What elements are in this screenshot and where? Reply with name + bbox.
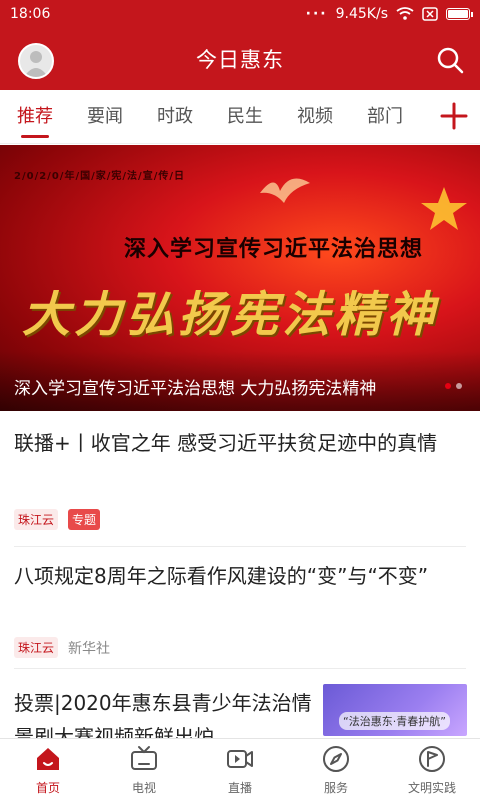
nav-label: 文明实践	[407, 781, 456, 795]
nav-civilization[interactable]: 文明实践	[384, 739, 480, 800]
battery-icon	[446, 8, 473, 20]
tab-politics[interactable]: 时政	[157, 90, 193, 144]
flag-icon	[419, 746, 445, 772]
news-meta: 珠江云 专题	[14, 509, 110, 530]
search-icon[interactable]	[436, 46, 464, 74]
carousel-dot	[445, 383, 451, 389]
news-thumbnail[interactable]: “法治惠东·青春护航”	[323, 684, 467, 736]
carousel-banner[interactable]: 2/0/2/0/年/国/家/宪/法/宣/传/日 深入学习宣传习近平法治思想 大力…	[0, 145, 480, 411]
news-title[interactable]: 联播+丨收官之年 感受习近平扶贫足迹中的真情	[14, 426, 464, 460]
news-title[interactable]: 投票|2020年惠东县青少年法治情景剧大赛视频新鲜出炉	[14, 686, 314, 738]
status-bar: 18:06 ··· 9.45K/s	[0, 0, 480, 28]
carousel-dot	[456, 383, 462, 389]
doves-decoration-icon	[260, 178, 310, 203]
news-title[interactable]: 八项规定8周年之际看作风建设的“变”与“不变”	[14, 559, 464, 593]
compass-icon	[323, 746, 349, 772]
status-time: 18:06	[10, 6, 51, 22]
carousel-indicator	[445, 383, 462, 389]
thumbnail-caption: “法治惠东·青春护航”	[339, 712, 450, 730]
tab-fade	[406, 90, 436, 143]
news-meta: 珠江云 新华社	[14, 637, 120, 658]
no-sim-icon	[422, 7, 438, 21]
divider	[14, 668, 466, 669]
nav-home[interactable]: 首页	[0, 739, 96, 800]
banner-headline: 大力弘扬宪法精神	[22, 287, 439, 343]
banner-subtitle: 深入学习宣传习近平法治思想	[124, 237, 424, 262]
network-speed: 9.45K/s	[335, 6, 388, 22]
nav-service[interactable]: 服务	[288, 739, 384, 800]
banner-caption: 深入学习宣传习近平法治思想 大力弘扬宪法精神	[14, 379, 377, 399]
add-channel-icon[interactable]	[436, 98, 472, 134]
tab-recommend[interactable]: 推荐	[17, 90, 53, 144]
tv-icon	[131, 746, 157, 770]
news-source: 新华社	[68, 640, 111, 657]
tab-departments[interactable]: 部门	[367, 90, 403, 144]
nav-tv[interactable]: 电视	[96, 739, 192, 800]
more-notifications-icon: ···	[305, 6, 328, 22]
nav-label: 电视	[131, 781, 156, 795]
tab-headlines[interactable]: 要闻	[87, 90, 123, 144]
nav-label: 直播	[227, 781, 252, 795]
topic-tag[interactable]: 专题	[68, 509, 101, 530]
app-title: 今日惠东	[196, 48, 284, 72]
home-icon	[37, 748, 59, 770]
nav-label: 首页	[35, 781, 60, 795]
source-tag: 珠江云	[14, 637, 59, 658]
battery-level	[448, 10, 468, 18]
banner-date-line: 2/0/2/0/年/国/家/宪/法/宣/传/日	[14, 171, 186, 182]
wifi-icon	[396, 7, 414, 20]
tab-livelihood[interactable]: 民生	[227, 90, 263, 144]
nav-live[interactable]: 直播	[192, 739, 288, 800]
bottom-nav: 首页 电视 直播 服务 文明实践	[0, 738, 480, 800]
app-header: 今日惠东	[0, 28, 480, 90]
divider	[14, 546, 466, 547]
tab-video[interactable]: 视频	[297, 90, 333, 144]
category-tabs: 推荐 要闻 时政 民生 视频 部门 镇	[0, 90, 480, 144]
source-tag: 珠江云	[14, 509, 59, 530]
nav-label: 服务	[323, 781, 348, 795]
star-decoration-icon	[421, 187, 467, 230]
live-icon	[227, 750, 253, 768]
avatar-person-icon	[24, 51, 48, 77]
user-avatar[interactable]	[18, 43, 54, 79]
